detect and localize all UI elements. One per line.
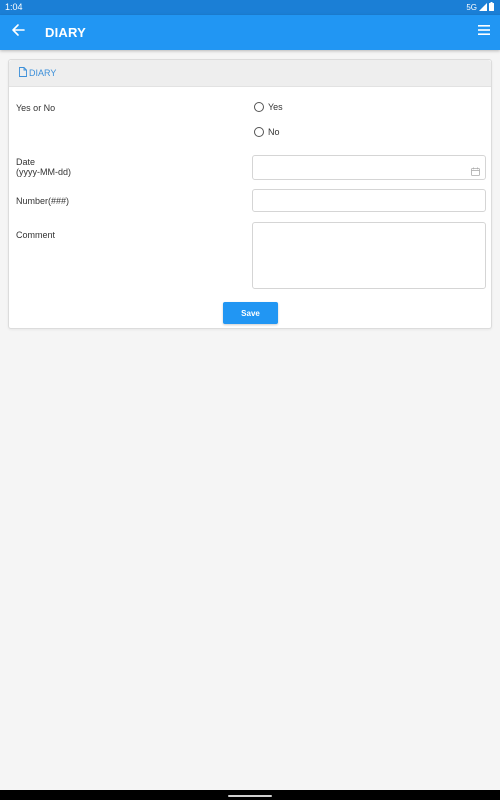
battery-icon xyxy=(489,2,494,13)
radio-yes-label: Yes xyxy=(268,102,283,112)
status-bar: 1:04 5G xyxy=(0,0,500,15)
number-label: Number(###) xyxy=(16,196,70,206)
status-indicators: 5G xyxy=(466,2,494,13)
date-input[interactable] xyxy=(252,155,486,180)
home-gesture-handle[interactable] xyxy=(228,795,272,797)
comment-textarea[interactable] xyxy=(252,222,486,289)
status-time: 1:04 xyxy=(5,2,23,12)
document-icon xyxy=(19,67,29,79)
page-title: DIARY xyxy=(45,25,86,40)
radio-no-label: No xyxy=(268,127,280,137)
arrow-left-icon xyxy=(11,23,25,42)
calendar-icon[interactable] xyxy=(471,163,480,181)
radio-circle-icon xyxy=(254,102,264,112)
comment-label: Comment xyxy=(16,230,56,240)
save-button[interactable]: Save xyxy=(223,302,278,324)
yes-no-label: Yes or No xyxy=(16,103,56,113)
card-header: DIARY xyxy=(9,60,491,87)
section-title: DIARY xyxy=(29,68,57,78)
network-type: 5G xyxy=(466,3,477,12)
diary-form-card: DIARY Yes or No Yes No Date (yyyy-MM-dd)… xyxy=(8,59,492,329)
signal-icon xyxy=(479,2,487,13)
number-input[interactable] xyxy=(252,189,486,212)
back-button[interactable] xyxy=(8,22,28,42)
system-nav-bar xyxy=(0,790,500,800)
date-label: Date xyxy=(16,157,36,167)
hamburger-menu-icon xyxy=(477,23,491,41)
radio-yes[interactable]: Yes xyxy=(254,102,283,112)
radio-circle-icon xyxy=(254,127,264,137)
date-format-hint: (yyyy-MM-dd) xyxy=(16,167,71,177)
radio-no[interactable]: No xyxy=(254,127,280,137)
menu-button[interactable] xyxy=(474,22,494,42)
app-bar: DIARY xyxy=(0,15,500,50)
